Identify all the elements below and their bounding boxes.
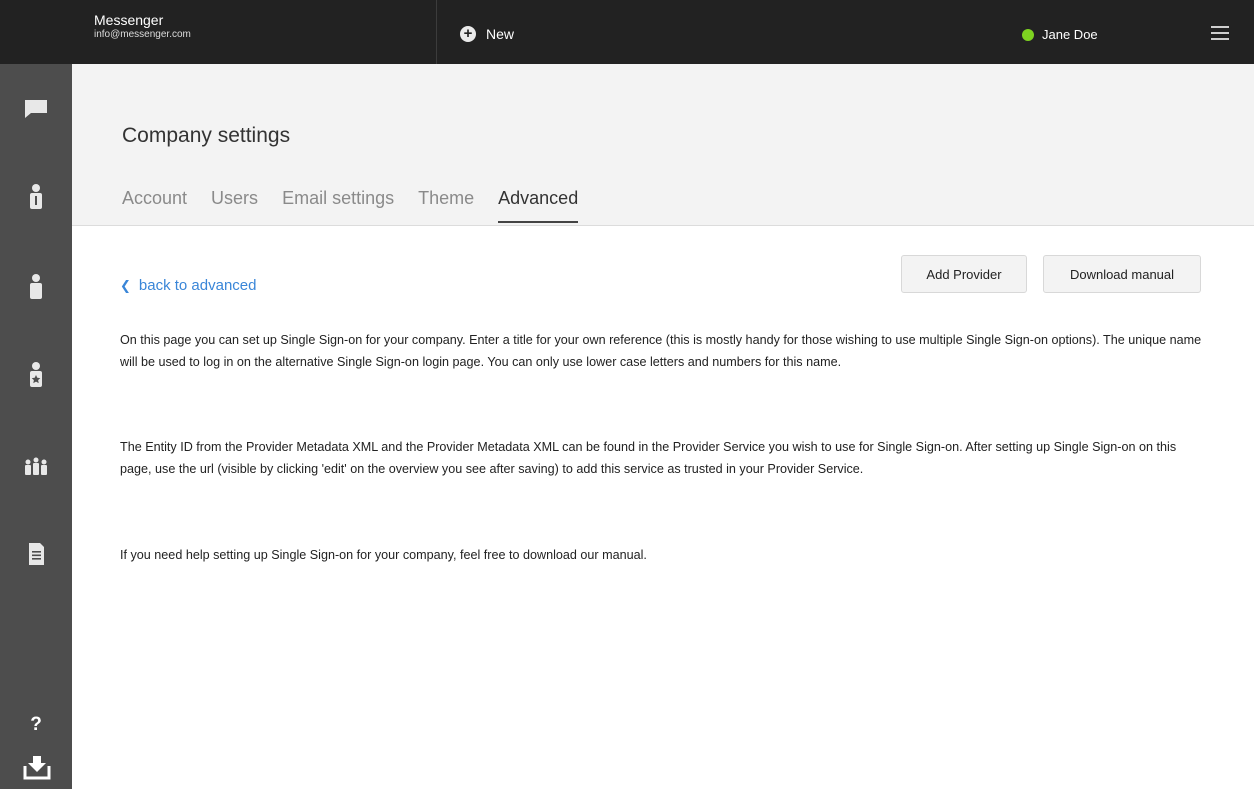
new-button-label: New: [486, 26, 515, 42]
intro-paragraph: On this page you can set up Single Sign-…: [120, 333, 1202, 369]
chat-icon[interactable]: [22, 94, 50, 122]
plus-circle-icon: +: [460, 26, 476, 42]
menu-icon[interactable]: [1211, 26, 1229, 40]
top-bar: Messenger info@messenger.com + New Jane …: [0, 0, 1254, 64]
user-icon[interactable]: [22, 272, 50, 300]
topbar-divider: [436, 0, 437, 64]
brand-email: info@messenger.com: [94, 29, 191, 40]
tab-account[interactable]: Account: [122, 188, 187, 223]
tab-advanced[interactable]: Advanced: [498, 188, 579, 223]
back-link-label: back to advanced: [138, 277, 257, 294]
document-icon[interactable]: [22, 540, 50, 568]
entity-id-paragraph: The Entity ID from the Provider Metadata…: [120, 440, 1177, 476]
online-status-icon: [1022, 28, 1034, 41]
back-to-advanced-link[interactable]: ❮ back to advanced: [120, 277, 257, 294]
tab-theme[interactable]: Theme: [418, 188, 474, 223]
group-icon[interactable]: [22, 452, 50, 480]
help-icon[interactable]: ?: [26, 714, 46, 736]
user-menu[interactable]: Jane Doe: [1022, 27, 1098, 42]
add-provider-button[interactable]: Add Provider: [901, 255, 1027, 293]
download-manual-button[interactable]: Download manual: [1043, 255, 1201, 293]
brand: Messenger info@messenger.com: [94, 12, 191, 42]
user-star-icon[interactable]: [22, 360, 50, 388]
help-paragraph: If you need help setting up Single Sign-…: [120, 548, 647, 562]
page-title: Company settings: [122, 124, 291, 147]
download-icon[interactable]: [22, 752, 52, 782]
sidebar: [0, 64, 72, 789]
tab-email-settings[interactable]: Email settings: [282, 188, 394, 223]
page-header: Company settings Account Users Email set…: [72, 64, 1254, 226]
brand-name: Messenger: [94, 12, 164, 28]
settings-tabs: Account Users Email settings Theme Advan…: [122, 188, 602, 223]
chevron-left-icon: ❮: [120, 277, 131, 293]
user-info-icon[interactable]: [22, 182, 50, 210]
new-button[interactable]: + New: [460, 26, 514, 42]
user-name: Jane Doe: [1042, 27, 1098, 42]
tab-users[interactable]: Users: [211, 188, 258, 223]
